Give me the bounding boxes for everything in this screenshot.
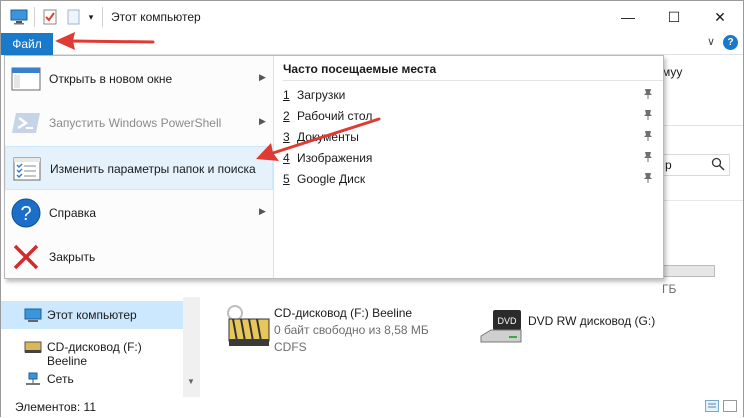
nav-item-label: CD-дисковод (F:) Beeline [47, 340, 142, 368]
drive-filesystem: CDFS [274, 340, 307, 354]
customize-toolbar-icon[interactable]: ▾ [85, 9, 97, 25]
nav-item-label: Сеть [47, 372, 74, 386]
close-x-icon [10, 241, 42, 273]
network-icon [24, 372, 42, 390]
item-label: Рабочий стол [297, 109, 373, 123]
folder-options-icon [11, 153, 43, 185]
submenu-arrow-icon: ▶ [259, 206, 266, 216]
toolbar-separator [34, 7, 35, 27]
item-number: 3 [283, 130, 290, 144]
frequent-places-panel: Часто посещаемые места 1 Загрузки 2 Рабо… [275, 56, 663, 278]
search-icon [711, 157, 725, 174]
file-menu: Открыть в новом окне ▶ Запустить Windows… [4, 55, 664, 279]
tab-file[interactable]: Файл [1, 33, 53, 55]
frequent-places-title: Часто посещаемые места [283, 62, 437, 76]
menu-item-label: Открыть в новом окне [49, 72, 173, 86]
items-count: Элементов: 11 [15, 400, 96, 414]
new-folder-icon[interactable] [65, 9, 81, 25]
nav-item-label: Этот компьютер [47, 308, 137, 322]
menu-item-label: Закрыть [49, 250, 96, 264]
title-bar: ▾ Этот компьютер — ☐ ✕ [1, 1, 743, 33]
svg-text:DVD: DVD [497, 316, 517, 326]
drive-size-partial: ГБ [662, 282, 677, 296]
drive-name[interactable]: DVD RW дисковод (G:) [528, 314, 655, 328]
item-number: 1 [283, 88, 290, 102]
pin-icon[interactable] [643, 109, 653, 124]
menu-item-close[interactable]: Закрыть [5, 235, 273, 279]
maximize-button[interactable]: ☐ [651, 1, 697, 33]
powershell-icon [10, 107, 42, 139]
pin-icon[interactable] [643, 88, 653, 103]
item-label: Google Диск [297, 172, 366, 186]
large-icons-view-icon[interactable] [723, 400, 737, 415]
pin-icon[interactable] [643, 172, 653, 187]
ribbon-collapse-icon[interactable]: ∨ [707, 35, 715, 48]
minimize-button[interactable]: — [605, 1, 651, 33]
cd-drive-icon [24, 340, 42, 358]
window-title: Этот компьютер [111, 10, 201, 24]
divider [283, 80, 663, 81]
search-placeholder: р [665, 158, 672, 172]
file-menu-commands: Открыть в новом окне ▶ Запустить Windows… [5, 56, 274, 278]
pin-icon[interactable] [643, 130, 653, 145]
navigation-pane: Этот компьютер CD-дисковод (F:) Beeline … [1, 297, 199, 397]
nav-scrollbar[interactable]: ▼ [183, 297, 200, 397]
item-number: 4 [283, 151, 290, 165]
help-button[interactable]: ? [723, 35, 738, 50]
cd-drive-icon[interactable] [227, 305, 271, 352]
drive-free-space: 0 байт свободно из 8,58 МБ [274, 323, 429, 337]
menu-item-powershell[interactable]: Запустить Windows PowerShell ▶ [5, 101, 273, 145]
pin-icon[interactable] [643, 151, 653, 166]
frequent-place-item[interactable]: 5 Google Диск [283, 169, 658, 190]
computer-icon[interactable] [9, 9, 29, 25]
menu-item-label: Справка [49, 206, 97, 220]
help-icon: ? [10, 197, 42, 229]
drive-usage-bar [663, 265, 715, 277]
frequent-place-item[interactable]: 3 Документы [283, 127, 658, 148]
explorer-window: ▾ Этот компьютер — ☐ ✕ Файл ∨ ? муу р ГБ… [0, 0, 744, 417]
item-label: Изображения [297, 151, 373, 165]
submenu-arrow-icon: ▶ [259, 72, 266, 82]
dvd-drive-icon[interactable]: DVD [479, 306, 523, 351]
item-number: 2 [283, 109, 290, 123]
header-divider [663, 200, 743, 201]
nav-item-network[interactable]: Сеть [1, 365, 183, 393]
submenu-arrow-icon: ▶ [259, 116, 266, 126]
details-view-icon[interactable] [705, 400, 719, 415]
svg-text:?: ? [20, 203, 31, 225]
computer-icon [24, 308, 42, 326]
item-label: Загрузки [297, 88, 346, 102]
menu-item-folder-options[interactable]: Изменить параметры папок и поиска [5, 146, 273, 190]
item-label: Документы [297, 130, 359, 144]
drive-name[interactable]: CD-дисковод (F:) Beeline [274, 306, 412, 320]
ribbon-group-partial-label: муу [662, 65, 683, 79]
status-bar: Элементов: 11 [1, 397, 743, 417]
frequent-place-item[interactable]: 2 Рабочий стол [283, 106, 658, 127]
menu-item-label: Запустить Windows PowerShell [49, 116, 222, 130]
ribbon-tabs [1, 33, 743, 55]
close-button[interactable]: ✕ [697, 1, 743, 33]
scroll-down-icon[interactable]: ▼ [187, 377, 195, 386]
frequent-place-item[interactable]: 4 Изображения [283, 148, 658, 169]
search-input[interactable]: р [662, 154, 730, 176]
nav-item-cd-drive[interactable]: CD-дисковод (F:) Beeline [1, 333, 183, 368]
item-number: 5 [283, 172, 290, 186]
ribbon-bottom-border [663, 125, 743, 126]
menu-item-help[interactable]: ? Справка ▶ [5, 191, 273, 235]
nav-item-this-pc[interactable]: Этот компьютер [1, 301, 183, 329]
toolbar-separator [102, 7, 103, 27]
properties-icon[interactable] [41, 9, 59, 25]
menu-item-label: Изменить параметры папок и поиска [50, 162, 256, 176]
menu-item-open-new-window[interactable]: Открыть в новом окне ▶ [5, 57, 273, 101]
frequent-place-item[interactable]: 1 Загрузки [283, 85, 658, 106]
new-window-icon [10, 63, 42, 95]
